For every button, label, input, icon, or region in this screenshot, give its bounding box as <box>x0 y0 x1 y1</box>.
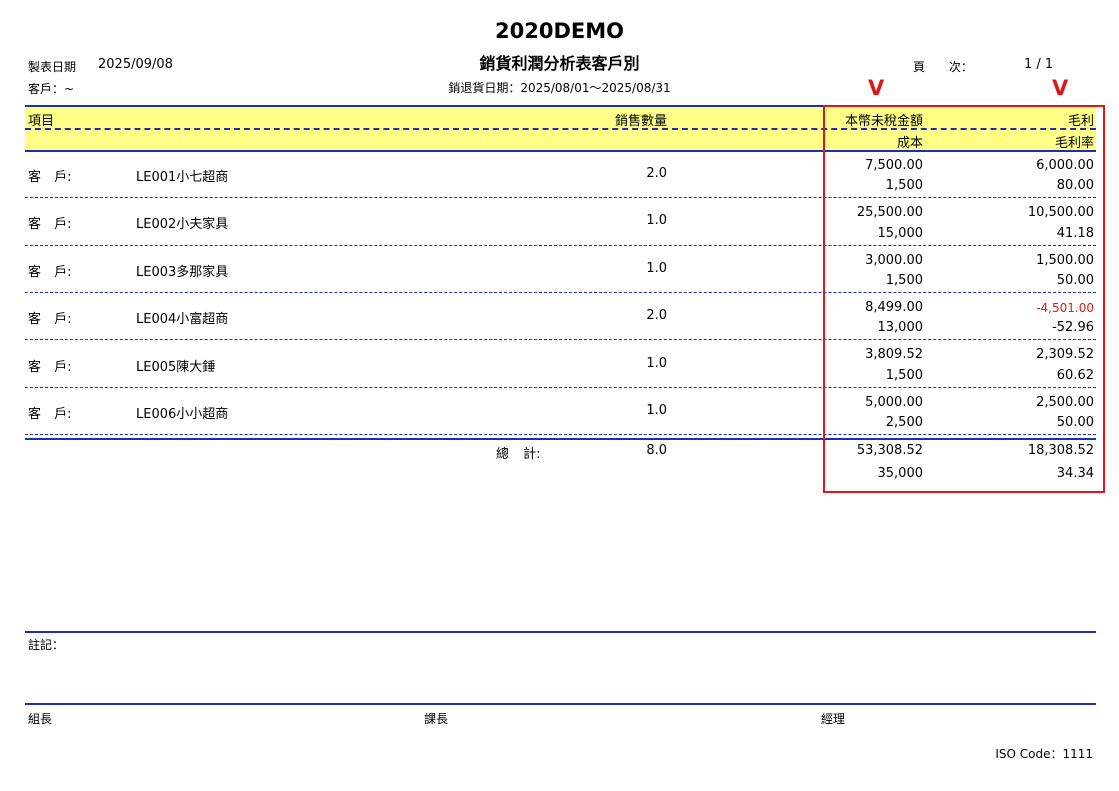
sales-qty: 2.0 <box>646 308 667 323</box>
row-label: 客 戶: <box>28 312 72 327</box>
notes-label: 註記： <box>28 638 65 652</box>
total-qty: 8.0 <box>646 443 667 458</box>
customer-name: LE003多那家具 <box>136 265 229 280</box>
row-label: 客 戶: <box>28 170 72 185</box>
sales-qty: 1.0 <box>646 213 667 228</box>
row-label: 客 戶: <box>28 407 72 422</box>
customer-name: LE006小小超商 <box>136 407 229 422</box>
col-header-qty: 銷售數量 <box>614 114 667 129</box>
col-header-item: 項目 <box>28 114 55 129</box>
signature-manager: 經理 <box>821 712 846 726</box>
report-period: 銷退貨日期：2025/08/01～2025/08/31 <box>448 81 671 95</box>
iso-code: ISO Code：1111 <box>995 747 1093 761</box>
check-mark-profit: V <box>1052 76 1069 100</box>
row-label: 客 戶: <box>28 265 72 280</box>
total-label: 總 計: <box>496 447 541 462</box>
signature-team-lead: 組長 <box>28 712 53 726</box>
sales-qty: 1.0 <box>646 261 667 276</box>
sales-qty: 1.0 <box>646 356 667 371</box>
page-label: 頁 次： <box>913 60 973 74</box>
customer-name: LE005陳大錘 <box>136 360 216 375</box>
notes-top-rule <box>25 631 1096 633</box>
page-number: 1 / 1 <box>1024 57 1054 72</box>
sales-qty: 1.0 <box>646 403 667 418</box>
print-date-label: 製表日期 <box>28 60 77 74</box>
highlight-box <box>823 105 1105 493</box>
customer-name: LE002小夫家具 <box>136 217 229 232</box>
row-label: 客 戶: <box>28 360 72 375</box>
customer-name: LE001小七超商 <box>136 170 229 185</box>
signature-section-chief: 課長 <box>424 712 449 726</box>
print-date: 2025/09/08 <box>98 57 173 72</box>
check-mark-amount: V <box>868 76 885 100</box>
sales-qty: 2.0 <box>646 166 667 181</box>
signature-rule <box>25 703 1096 705</box>
customer-name: LE004小富超商 <box>136 312 229 327</box>
row-label: 客 戶: <box>28 217 72 232</box>
company-name: 2020DEMO <box>495 19 624 43</box>
